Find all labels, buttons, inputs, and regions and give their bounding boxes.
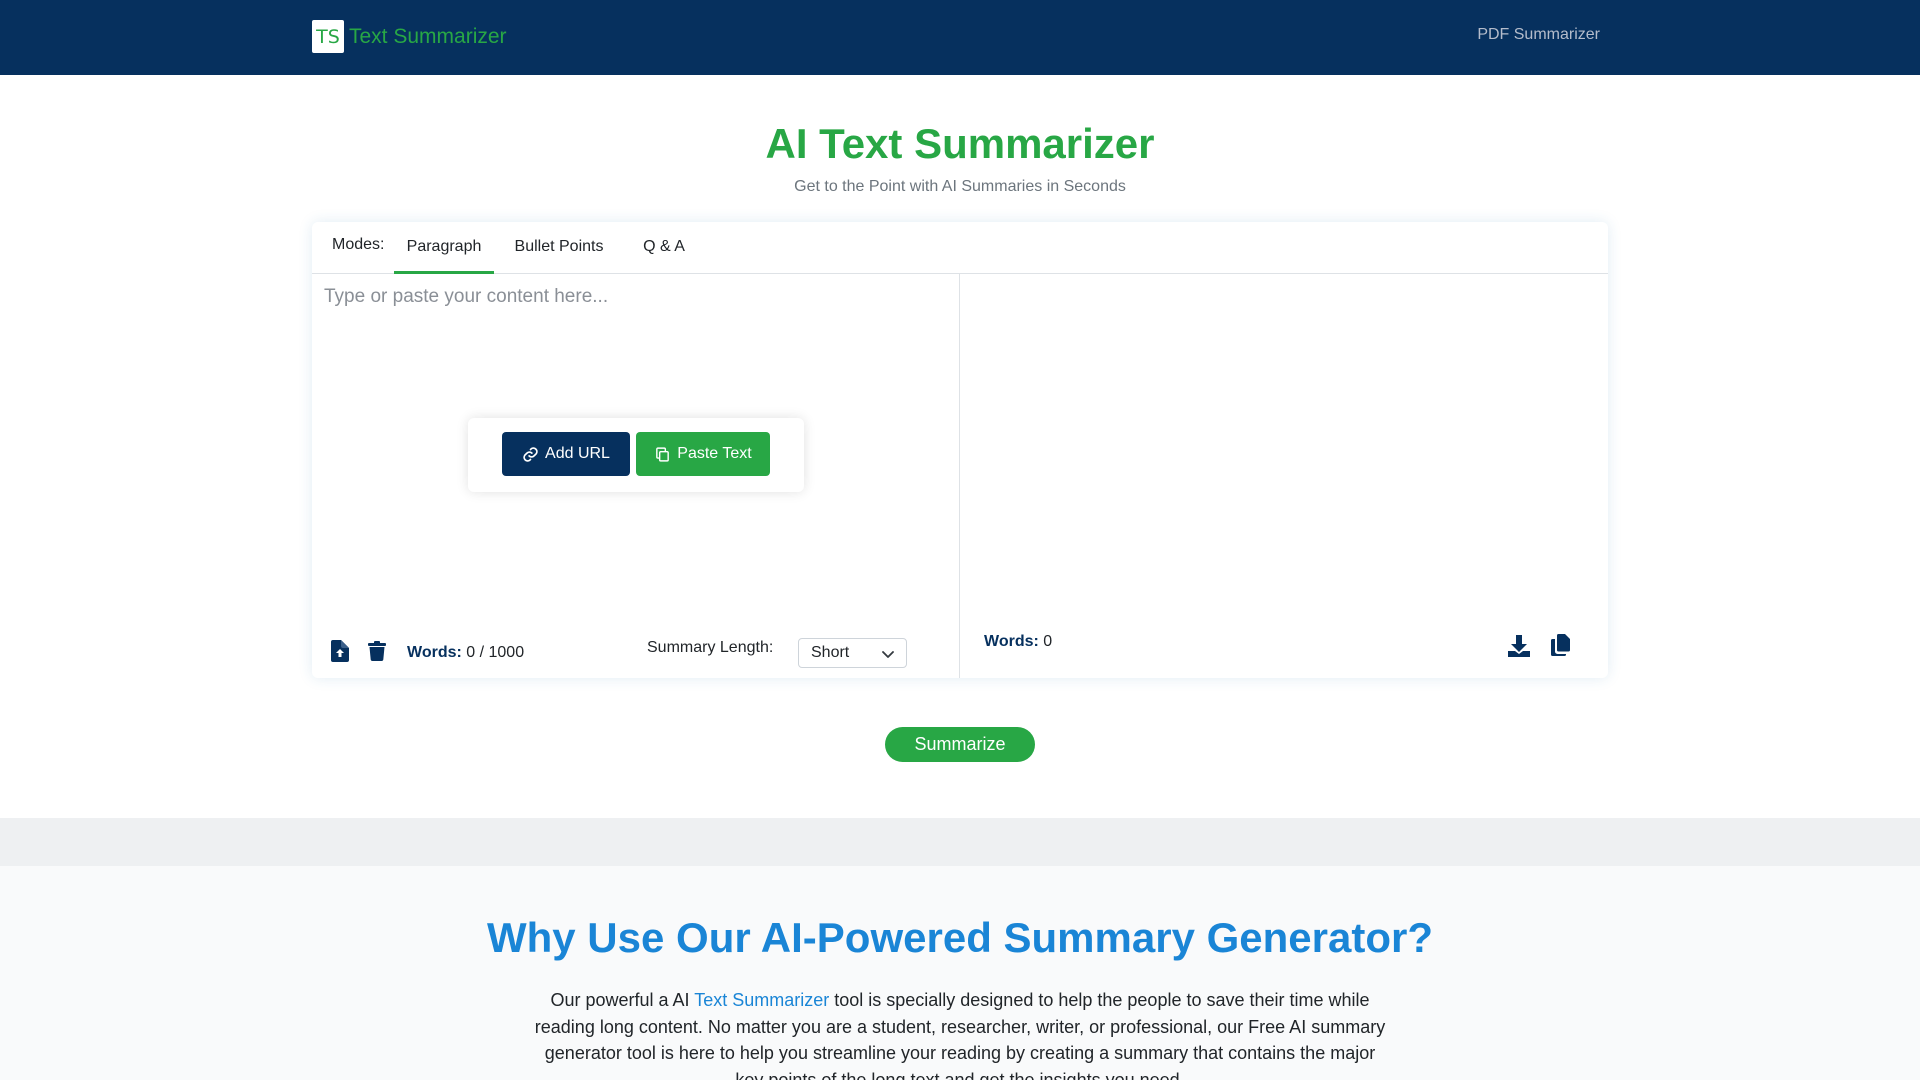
modes-tab-bar: Modes: Paragraph Bullet Points Q & A: [312, 222, 1608, 274]
paste-text-label: Paste Text: [677, 445, 752, 462]
download-icon[interactable]: [1508, 635, 1530, 657]
tab-q-and-a[interactable]: Q & A: [628, 222, 700, 274]
navbar: TS Text Summarizer PDF Summarizer: [0, 0, 1920, 75]
copy-icon: [656, 446, 670, 462]
summary-length-label: Summary Length:: [647, 639, 774, 656]
input-words-value: 0 / 1000: [466, 644, 525, 661]
trash-icon[interactable]: [367, 640, 387, 662]
input-words-label: Words:: [407, 644, 462, 661]
page-title: AI Text Summarizer: [765, 120, 1155, 167]
page-subtitle: Get to the Point with AI Summaries in Se…: [794, 178, 1126, 195]
why-use-heading: Why Use Our AI-Powered Summary Generator…: [486, 914, 1433, 961]
why-use-section: Why Use Our AI-Powered Summary Generator…: [0, 866, 1920, 1080]
tab-paragraph[interactable]: Paragraph: [394, 222, 494, 274]
input-word-count: Words: 0 / 1000: [407, 644, 524, 662]
paste-text-button[interactable]: Paste Text: [636, 432, 770, 476]
summarizer-card: Modes: Paragraph Bullet Points Q & A Add…: [312, 222, 1608, 678]
chevron-down-icon: [882, 651, 894, 658]
add-url-label: Add URL: [545, 445, 610, 462]
link-icon: [523, 446, 538, 462]
output-word-count: Words: 0: [984, 633, 1052, 651]
output-words-label: Words:: [984, 633, 1039, 650]
why-text-before: Our powerful a AI: [550, 990, 695, 1010]
pane-divider: [959, 274, 960, 678]
output-words-value: 0: [1043, 633, 1053, 650]
summary-length-value: Short: [811, 644, 850, 661]
summary-length-select[interactable]: Short: [798, 638, 907, 668]
brand-logo: TS: [312, 20, 344, 53]
file-upload-icon[interactable]: [330, 640, 350, 662]
nav-link-pdf-summarizer[interactable]: PDF Summarizer: [1477, 26, 1600, 44]
brand-name: Text Summarizer: [349, 24, 507, 48]
modes-label: Modes:: [332, 236, 385, 253]
text-summarizer-link[interactable]: Text Summarizer: [694, 990, 829, 1010]
add-url-button[interactable]: Add URL: [502, 432, 630, 476]
brand-link[interactable]: TS Text Summarizer: [312, 20, 507, 53]
copy-files-icon[interactable]: [1550, 634, 1572, 656]
why-use-paragraph: Our powerful a AI Text Summarizer tool i…: [530, 987, 1390, 1080]
input-actions-box: Add URL Paste Text: [468, 418, 804, 492]
summarize-button[interactable]: Summarize: [885, 727, 1035, 762]
section-divider-band: [0, 818, 1920, 866]
tab-bullet-points[interactable]: Bullet Points: [504, 222, 614, 274]
